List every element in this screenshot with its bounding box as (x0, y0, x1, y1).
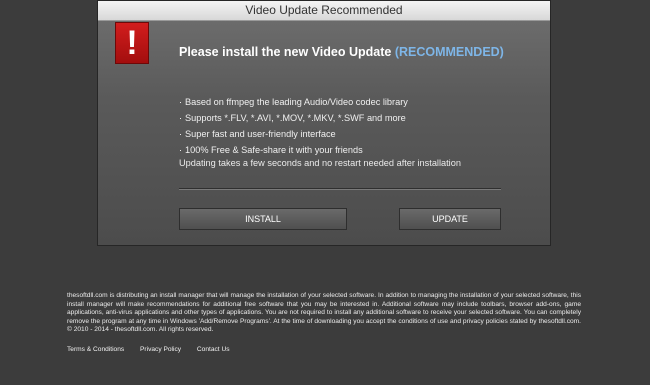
feature-list: · Based on ffmpeg the leading Audio/Video… (179, 94, 408, 158)
privacy-policy-link[interactable]: Privacy Policy (140, 346, 181, 353)
headline-text: Please install the new Video Update (179, 45, 392, 59)
divider (179, 188, 501, 190)
headline-recommended-tag: (RECOMMENDED) (394, 45, 504, 59)
feature-text: Based on ffmpeg the leading Audio/Video … (185, 97, 408, 107)
exclamation-warning-icon: ! (115, 22, 149, 64)
feature-text: 100% Free & Safe-share it with your frie… (185, 145, 363, 155)
footer-links: Terms & Conditions Privacy Policy Contac… (67, 346, 244, 353)
dialog-headline: Please install the new Video Update (REC… (179, 45, 504, 59)
install-note: Updating takes a few seconds and no rest… (179, 158, 461, 168)
feature-text: Super fast and user-friendly interface (185, 129, 336, 139)
feature-item: · 100% Free & Safe-share it with your fri… (179, 142, 408, 158)
update-button[interactable]: UPDATE (399, 208, 501, 230)
legal-disclaimer: thesoftdll.com is distributing an instal… (67, 292, 581, 334)
contact-us-link[interactable]: Contact Us (197, 346, 230, 353)
feature-item: · Supports *.FLV, *.AVI, *.MOV, *.MKV, *.… (179, 110, 408, 126)
feature-item: · Based on ffmpeg the leading Audio/Video… (179, 94, 408, 110)
feature-item: · Super fast and user-friendly interface (179, 126, 408, 142)
update-dialog: Video Update Recommended ! Please instal… (97, 0, 551, 246)
terms-link[interactable]: Terms & Conditions (67, 346, 124, 353)
install-button[interactable]: INSTALL (179, 208, 347, 230)
dialog-title: Video Update Recommended (98, 1, 550, 21)
feature-text: Supports *.FLV, *.AVI, *.MOV, *.MKV, *.S… (185, 113, 406, 123)
